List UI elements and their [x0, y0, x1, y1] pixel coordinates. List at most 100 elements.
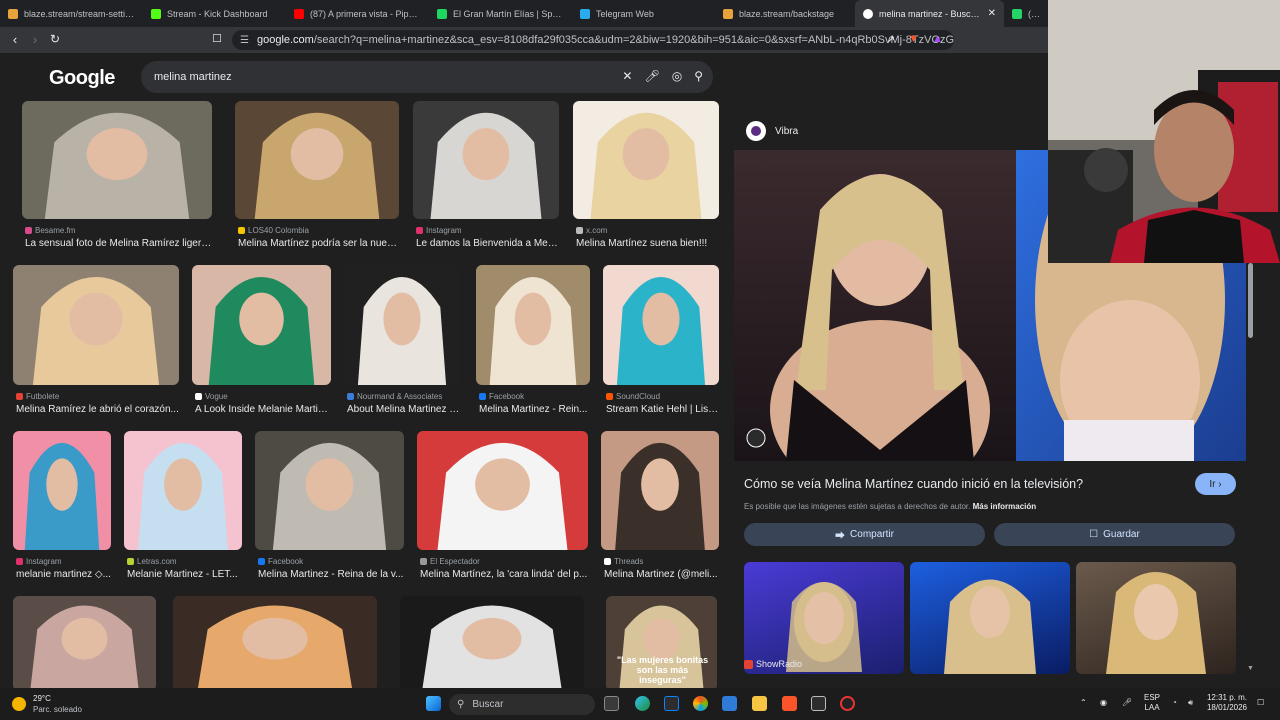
result-thumbnail[interactable]	[13, 596, 156, 688]
result-source[interactable]: Instagram	[16, 557, 62, 566]
result-thumbnail[interactable]	[13, 431, 111, 550]
volume-icon[interactable]: 🔊︎	[1188, 698, 1193, 708]
result-thumbnail[interactable]	[13, 265, 179, 385]
back-icon[interactable]: ‹	[5, 32, 25, 47]
result-thumbnail[interactable]	[413, 101, 559, 219]
image-result[interactable]: Instagram melanie martinez ◇...	[13, 431, 111, 590]
result-thumbnail[interactable]	[22, 101, 212, 219]
result-caption[interactable]: A Look Inside Melanie Martin...	[195, 404, 331, 415]
outlook-icon[interactable]	[722, 696, 737, 711]
result-thumbnail[interactable]	[400, 596, 584, 688]
visit-button[interactable]: Ir ›	[1195, 473, 1236, 495]
file-explorer-icon[interactable]	[752, 696, 767, 711]
rewards-icon[interactable]: ▲	[932, 33, 943, 45]
image-result[interactable]: Futbolete Melina Ramírez le abrió el cora…	[13, 265, 179, 425]
more-info-link[interactable]: Más información	[973, 502, 1037, 511]
brave-shield-icon[interactable]: ▼	[908, 33, 919, 45]
result-source[interactable]: Threads	[604, 557, 643, 566]
result-thumbnail[interactable]	[476, 265, 590, 385]
image-result[interactable]: Facebook Melina Martinez - Rein...	[476, 265, 590, 425]
result-thumbnail[interactable]	[173, 596, 377, 688]
microphone-icon[interactable]: 🎤︎	[1122, 698, 1132, 708]
scroll-down-icon[interactable]: ▼	[1247, 665, 1254, 672]
result-source[interactable]: El Espectador	[420, 557, 480, 566]
result-source[interactable]: SoundCloud	[606, 392, 660, 401]
save-button[interactable]: ☐ Guardar	[994, 523, 1235, 546]
share-page-icon[interactable]: ↗	[886, 33, 895, 46]
browser-tab[interactable]: blaze.stream/stream-settings	[0, 0, 143, 27]
result-thumbnail[interactable]	[235, 101, 399, 219]
image-result[interactable]: El Espectador Melina Martínez, la 'cara l…	[417, 431, 588, 590]
bookmark-icon[interactable]: ☐	[207, 32, 227, 45]
browser-tab[interactable]: (81) Wh	[1004, 0, 1048, 27]
result-caption[interactable]: Melina Martinez (@meli...	[604, 569, 719, 580]
result-caption[interactable]: Melanie Martinez - LET...	[127, 569, 242, 580]
result-thumbnail[interactable]	[603, 265, 719, 385]
notifications-icon[interactable]: ☐	[1257, 698, 1264, 708]
image-result[interactable]: Nourmand & Associates About Melina Martin…	[344, 265, 460, 425]
image-result[interactable]	[400, 596, 584, 688]
image-result[interactable]: Threads Melina Martinez (@meli...	[601, 431, 719, 590]
result-caption[interactable]: Le damos la Bienvenida a Meli...	[416, 238, 559, 249]
clock[interactable]: 12:31 p. m. 18/01/2026	[1205, 693, 1247, 713]
browser-tab[interactable]: El Gran Martín Elías | Spotify	[429, 0, 572, 27]
result-thumbnail[interactable]	[124, 431, 242, 550]
search-icon[interactable]: ⚲	[694, 69, 703, 83]
result-source[interactable]: Instagram	[416, 226, 462, 235]
result-caption[interactable]: Melina Ramírez le abrió el corazón...	[16, 404, 179, 415]
result-caption[interactable]: About Melina Martinez |...	[347, 404, 460, 415]
image-result[interactable]: Letras.com Melanie Martinez - LET...	[124, 431, 242, 590]
google-logo[interactable]: Google	[49, 67, 115, 90]
result-caption[interactable]: Melina Martínez suena bien!!!	[576, 238, 719, 249]
copilot-icon[interactable]	[693, 696, 708, 711]
chevron-up-icon[interactable]: ⌃	[1080, 698, 1087, 708]
result-caption[interactable]: Stream Katie Hehl | List...	[606, 404, 719, 415]
result-caption[interactable]: Melina Martinez - Reina de la v...	[258, 569, 404, 580]
result-thumbnail[interactable]	[601, 431, 719, 550]
related-image[interactable]	[910, 562, 1070, 674]
taskbar-search[interactable]: ⚲ Buscar	[449, 694, 595, 715]
preview-source-name[interactable]: Vibra	[775, 126, 798, 137]
result-caption[interactable]: Melina Martínez podría ser la nuev...	[238, 238, 399, 249]
image-result[interactable]: Instagram Le damos la Bienvenida a Meli..…	[413, 101, 559, 259]
panel-scrollbar[interactable]: ▼	[1246, 263, 1280, 688]
obs-icon[interactable]	[840, 696, 855, 711]
share-button[interactable]: ⮕ Compartir	[744, 523, 985, 546]
snipping-tool-icon[interactable]	[664, 696, 679, 711]
result-caption[interactable]: melanie martinez ◇...	[16, 569, 111, 580]
image-result[interactable]: x.com Melina Martínez suena bien!!!	[573, 101, 719, 259]
image-result[interactable]: SoundCloud Stream Katie Hehl | List...	[603, 265, 719, 425]
preview-title[interactable]: Cómo se veía Melina Martínez cuando inic…	[744, 477, 1083, 491]
weather-temp[interactable]: 29°C	[33, 694, 51, 703]
image-result[interactable]: Besame.fm La sensual foto de Melina Ramír…	[22, 101, 212, 259]
browser-tab[interactable]: Stream - Kick Dashboard	[143, 0, 286, 27]
result-thumbnail[interactable]	[192, 265, 331, 385]
result-source[interactable]: Besame.fm	[25, 226, 75, 235]
result-caption[interactable]: La sensual foto de Melina Ramírez ligeri…	[25, 238, 212, 249]
image-result[interactable]: "Las mujeres bonitas son las más insegur…	[606, 596, 717, 688]
weather-sun-icon[interactable]	[12, 697, 26, 711]
browser-tab[interactable]: (87) A primera vista - Pipe Bueno	[286, 0, 429, 27]
search-box[interactable]: melina martinez ✕ 🎤︎ ◎ ⚲	[141, 61, 713, 93]
language-indicator[interactable]: ESP LAA	[1144, 693, 1160, 713]
wifi-icon[interactable]: ◔	[1172, 698, 1177, 708]
task-view-icon[interactable]	[604, 696, 619, 711]
result-thumbnail[interactable]	[573, 101, 719, 219]
edge-icon[interactable]	[635, 696, 650, 711]
reload-icon[interactable]: ↻	[45, 32, 65, 46]
lens-icon[interactable]: ◎	[672, 69, 682, 83]
image-result[interactable]: Vogue A Look Inside Melanie Martin...	[192, 265, 331, 425]
network-icon[interactable]: ◉	[1100, 698, 1107, 708]
image-result[interactable]	[173, 596, 377, 688]
browser-tab[interactable]: Telegram Web	[572, 0, 715, 27]
result-thumbnail[interactable]	[255, 431, 404, 550]
browser-tab[interactable]: melina martinez - Buscar con Google ✕	[855, 0, 1004, 27]
image-result[interactable]: Facebook Melina Martinez - Reina de la v.…	[255, 431, 404, 590]
result-source[interactable]: Facebook	[479, 392, 524, 401]
browser-tab[interactable]: blaze.stream/backstage	[715, 0, 855, 27]
related-image[interactable]	[744, 562, 904, 674]
image-result[interactable]: LOS40 Colombia Melina Martínez podría ser…	[235, 101, 399, 259]
weather-condition[interactable]: Parc. soleado	[33, 705, 82, 714]
start-windows-icon[interactable]	[426, 696, 441, 711]
microphone-icon[interactable]: 🎤︎	[644, 69, 659, 83]
